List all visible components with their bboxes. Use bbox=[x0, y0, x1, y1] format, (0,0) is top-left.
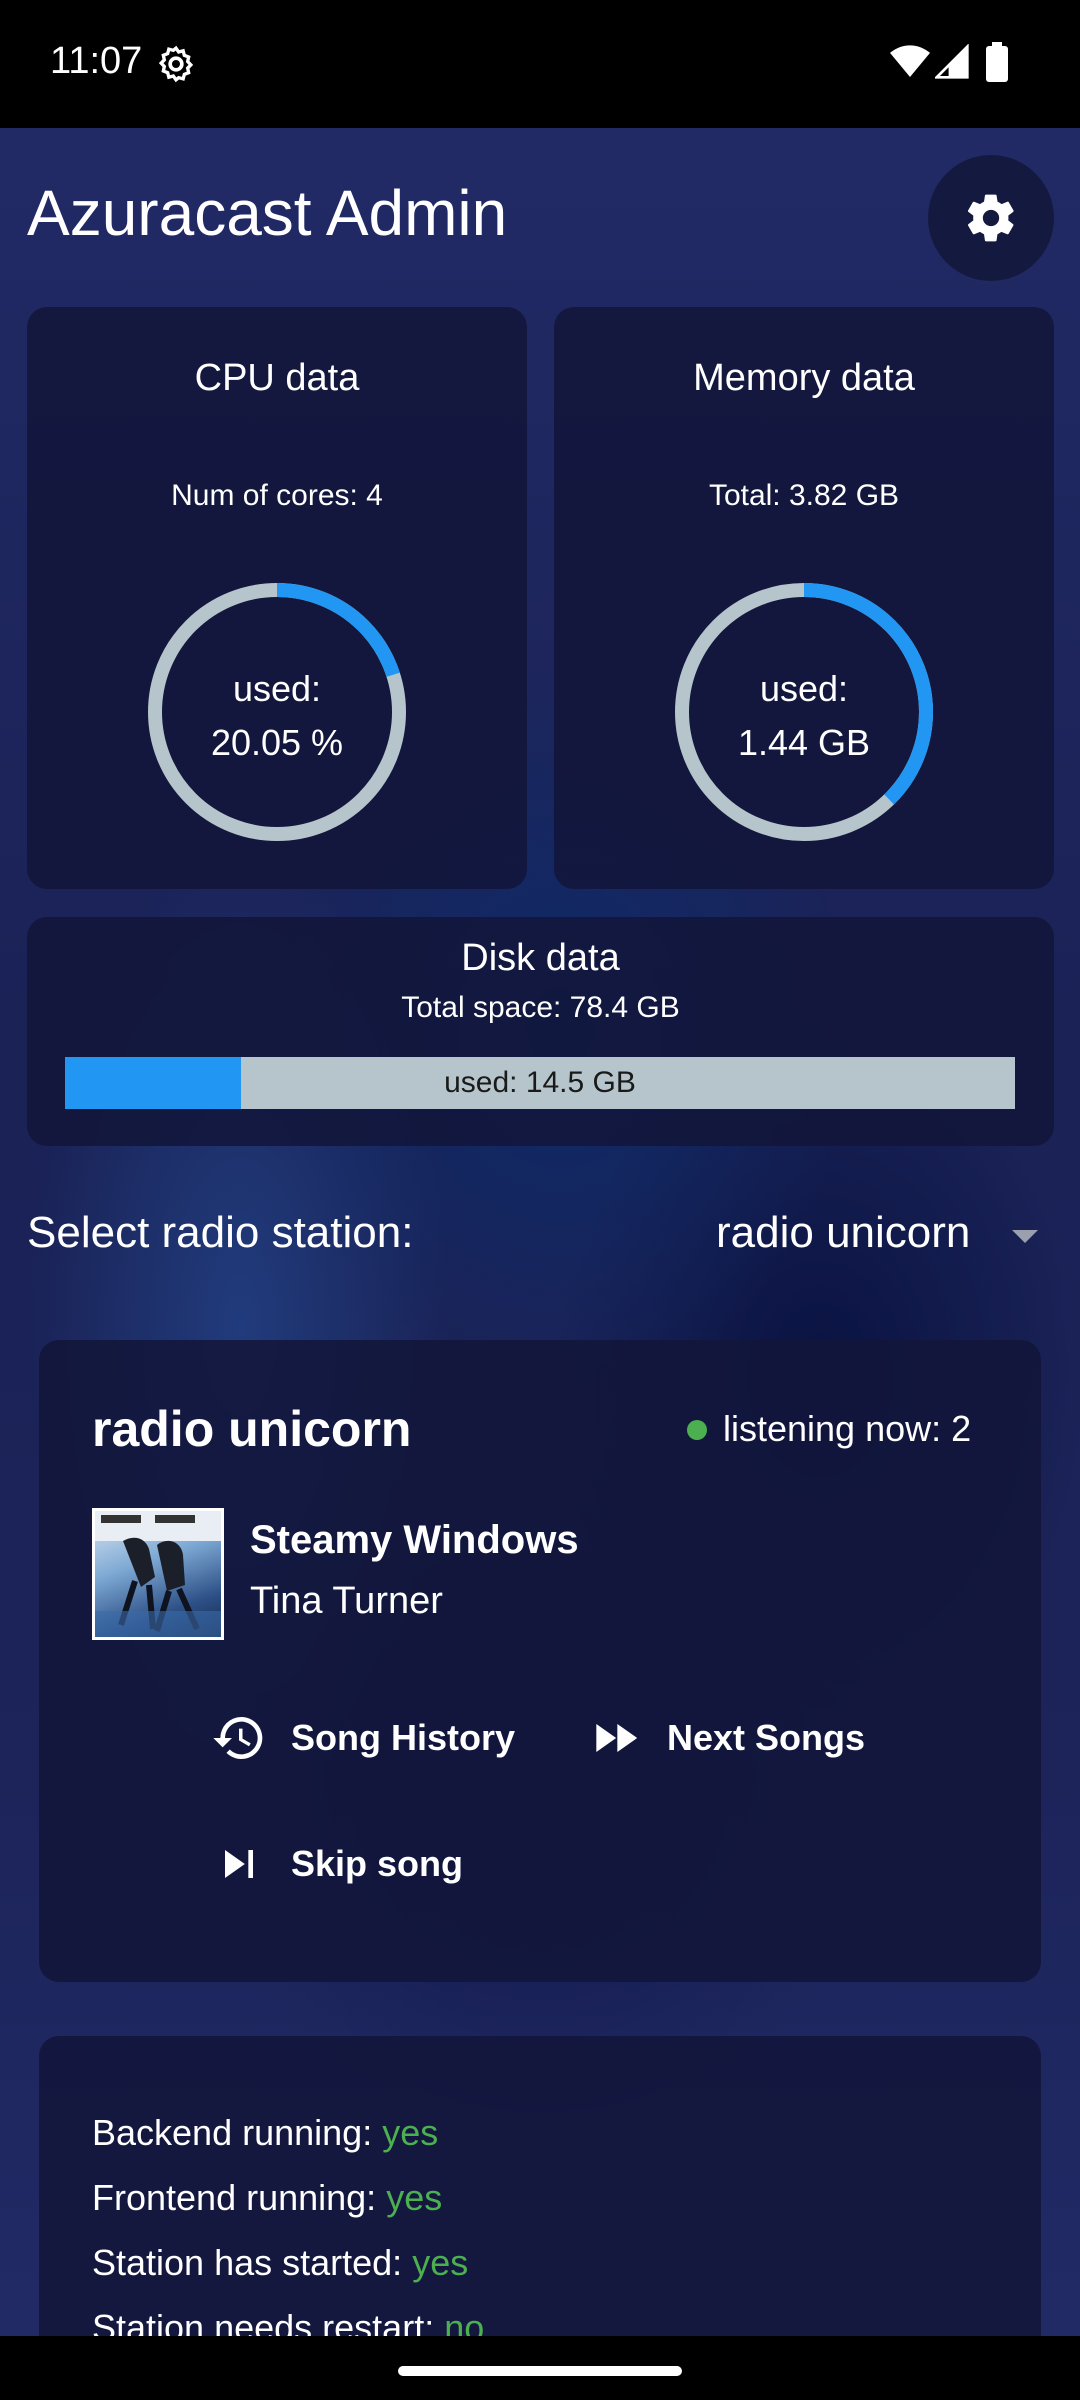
status-time: 11:07 bbox=[50, 40, 143, 82]
fast-forward-icon bbox=[596, 1724, 638, 1752]
signal-icon bbox=[935, 44, 969, 79]
station-select-label: Select radio station: bbox=[27, 1208, 414, 1257]
disk-used-text: used: 14.5 GB bbox=[444, 1066, 636, 1099]
cpu-used-label: used: bbox=[232, 668, 322, 709]
memory-used-label: used: bbox=[759, 668, 849, 709]
live-status-dot bbox=[687, 1420, 707, 1440]
station-dropdown-value: radio unicorn bbox=[716, 1208, 971, 1257]
home-gesture-handle[interactable] bbox=[398, 2366, 682, 2376]
backend-status: Backend running: yes bbox=[92, 2112, 438, 2154]
navigation-bar bbox=[0, 2336, 1080, 2400]
battery-icon bbox=[986, 42, 1008, 82]
wifi-icon bbox=[890, 45, 930, 77]
cpu-cores: Num of cores: 4 bbox=[171, 479, 383, 512]
memory-total: Total: 3.82 GB bbox=[708, 479, 900, 512]
listeners-count: listening now: 2 bbox=[723, 1408, 972, 1449]
disk-card: Disk data Total space: 78.4 GB used: 14.… bbox=[27, 917, 1054, 1146]
memory-card: Memory data Total: 3.82 GB used: 1.44 GB bbox=[554, 307, 1054, 889]
station-card: radio unicorn listening now: 2 Steamy Wi… bbox=[39, 1340, 1041, 1982]
cpu-used-value: 20.05 % bbox=[210, 722, 344, 763]
song-title: Steamy Windows bbox=[250, 1518, 579, 1562]
history-icon bbox=[213, 1717, 263, 1759]
station-started-value: yes bbox=[412, 2242, 469, 2283]
memory-title: Memory data bbox=[693, 357, 915, 399]
station-started-status: Station has started: yes bbox=[92, 2242, 468, 2284]
memory-used-value: 1.44 GB bbox=[737, 722, 871, 763]
settings-icon bbox=[158, 45, 194, 83]
song-history-button[interactable]: Song History bbox=[211, 1710, 515, 1766]
skip-song-button[interactable]: Skip song bbox=[211, 1836, 463, 1892]
cpu-title: CPU data bbox=[194, 357, 360, 399]
dropdown-arrow-icon bbox=[1012, 1230, 1038, 1243]
gear-icon bbox=[967, 194, 1014, 242]
frontend-status-value: yes bbox=[386, 2177, 443, 2218]
frontend-status: Frontend running: yes bbox=[92, 2177, 442, 2219]
backend-status-label: Backend running: bbox=[92, 2112, 383, 2153]
status-bar: 11:07 bbox=[0, 0, 1080, 128]
disk-title: Disk data bbox=[461, 937, 620, 979]
song-history-label: Song History bbox=[291, 1717, 516, 1758]
frontend-status-label: Frontend running: bbox=[92, 2177, 387, 2218]
cpu-card: CPU data Num of cores: 4 used: 20.05 % bbox=[27, 307, 527, 889]
station-name: radio unicorn bbox=[92, 1401, 412, 1457]
disk-usage-bar: used: 14.5 GB bbox=[65, 1057, 1015, 1109]
album-art-image bbox=[95, 1511, 221, 1637]
skip-song-label: Skip song bbox=[291, 1843, 464, 1884]
memory-usage-text: used: 1.44 GB bbox=[669, 662, 939, 770]
cpu-usage-text: used: 20.05 % bbox=[142, 662, 412, 770]
station-started-label: Station has started: bbox=[92, 2242, 413, 2283]
next-songs-button[interactable]: Next Songs bbox=[587, 1710, 865, 1766]
song-artist: Tina Turner bbox=[250, 1580, 443, 1622]
next-songs-label: Next Songs bbox=[667, 1717, 866, 1758]
settings-button[interactable] bbox=[928, 155, 1054, 281]
backend-status-value: yes bbox=[382, 2112, 439, 2153]
album-art bbox=[92, 1508, 224, 1640]
station-dropdown[interactable]: radio unicorn bbox=[716, 1204, 1046, 1264]
skip-next-icon bbox=[225, 1850, 253, 1878]
disk-total: Total space: 78.4 GB bbox=[401, 991, 680, 1024]
page-title: Azuracast Admin bbox=[27, 177, 508, 249]
